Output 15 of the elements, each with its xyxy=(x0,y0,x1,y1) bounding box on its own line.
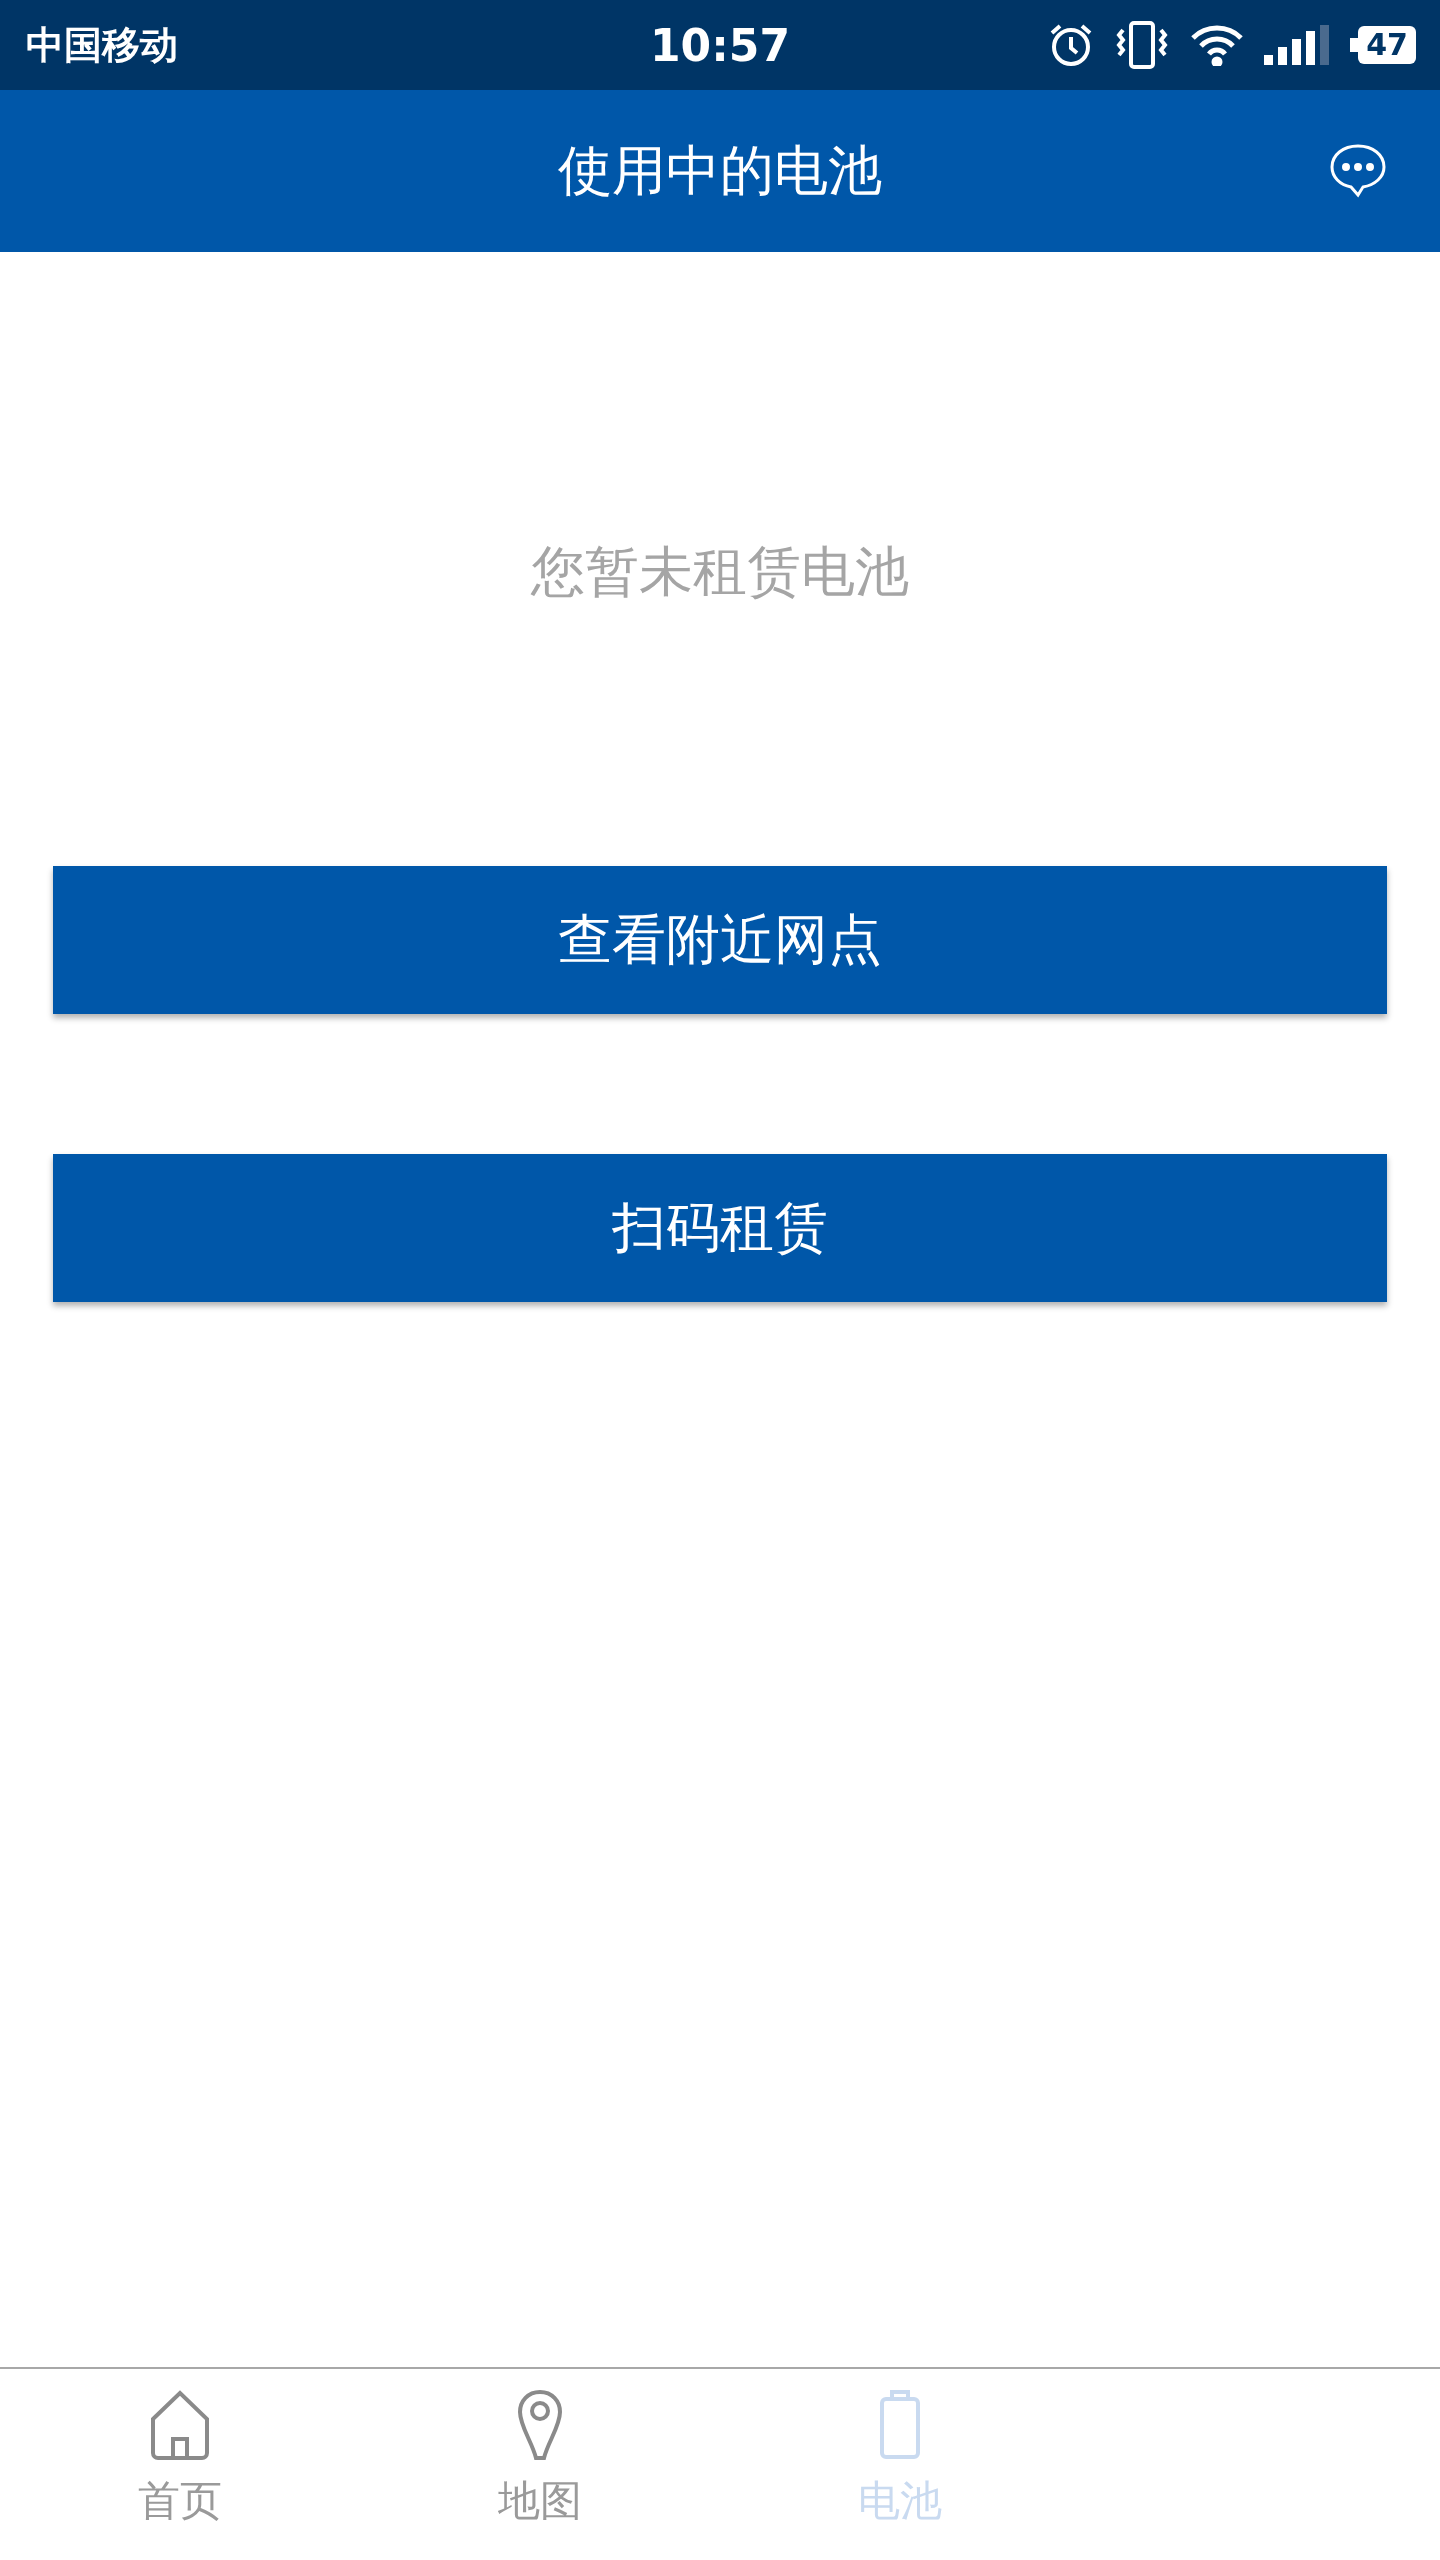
battery-indicator: 47 xyxy=(1350,26,1416,64)
chat-bubble-icon[interactable] xyxy=(1328,142,1388,198)
action-button[interactable]: 查看附近网点 xyxy=(53,866,1387,1014)
location-pin-icon xyxy=(517,2389,563,2461)
action-button[interactable]: 扫码租赁 xyxy=(53,1154,1387,1302)
page-title: 使用中的电池 xyxy=(558,137,882,204)
tab-item[interactable]: 地图 xyxy=(360,2369,720,2560)
battery-icon xyxy=(878,2389,922,2461)
empty-message: 您暂未租赁电池 xyxy=(530,539,910,605)
home-icon xyxy=(149,2389,211,2461)
tab-item[interactable]: 首页 xyxy=(0,2369,360,2560)
clock-time: 10:57 xyxy=(649,19,791,71)
wifi-icon xyxy=(1190,24,1245,66)
carrier-name: 中国移动 xyxy=(26,21,178,69)
signal-icon xyxy=(1264,25,1331,65)
